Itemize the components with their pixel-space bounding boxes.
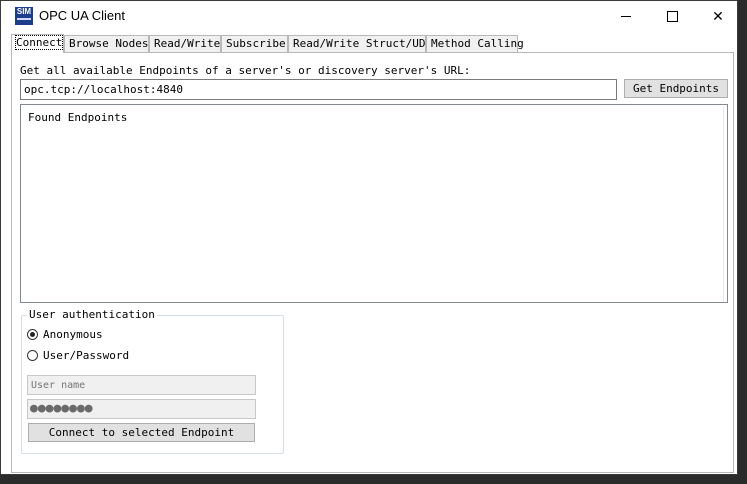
- minimize-button[interactable]: [603, 1, 649, 32]
- group-legend: User authentication: [27, 308, 157, 321]
- app-window: SIM OPC UA Client ✕ Connect Browse Nodes…: [0, 0, 738, 475]
- tab-read-write-struct-udt[interactable]: Read/Write Struct/UDT: [288, 35, 432, 52]
- close-button[interactable]: ✕: [695, 1, 741, 32]
- tab-label: Subscribe: [226, 37, 286, 50]
- username-input[interactable]: [27, 375, 256, 395]
- tab-label: Method Calling: [431, 37, 524, 50]
- maximize-button[interactable]: [649, 1, 695, 32]
- app-icon: SIM: [15, 7, 33, 25]
- anonymous-radio[interactable]: Anonymous: [27, 328, 103, 341]
- get-endpoints-button[interactable]: Get Endpoints: [624, 79, 728, 98]
- tab-method-calling[interactable]: Method Calling: [426, 35, 524, 52]
- title-bar[interactable]: SIM OPC UA Client ✕: [1, 1, 737, 32]
- anonymous-label: Anonymous: [43, 328, 103, 341]
- server-url-input[interactable]: [20, 79, 617, 100]
- list-scrollbar[interactable]: [723, 107, 724, 302]
- connect-tab-panel: Get all available Endpoints of a server'…: [11, 52, 734, 473]
- radio-selected-icon: [27, 329, 38, 340]
- tab-subscribe[interactable]: Subscribe: [221, 35, 288, 52]
- app-icon-text: SIM: [16, 7, 32, 16]
- tab-read-write[interactable]: Read/Write: [149, 35, 221, 52]
- minimize-icon: [621, 16, 631, 17]
- tab-connect[interactable]: Connect: [11, 34, 64, 53]
- endpoints-list[interactable]: Found Endpoints: [20, 104, 728, 303]
- endpoints-list-header: Found Endpoints: [28, 111, 128, 124]
- tab-label: Read/Write Struct/UDT: [293, 37, 433, 50]
- user-authentication-group: User authentication Anonymous User/Passw…: [21, 308, 284, 454]
- tab-label: Read/Write: [154, 37, 221, 50]
- user-password-label: User/Password: [43, 349, 130, 362]
- tab-browse-nodes[interactable]: Browse Nodes: [64, 35, 149, 52]
- close-icon: ✕: [712, 8, 724, 25]
- radio-unselected-icon: [27, 350, 38, 361]
- url-label: Get all available Endpoints of a server'…: [20, 64, 471, 77]
- tab-label: Connect: [14, 35, 64, 50]
- password-input[interactable]: ●●●●●●●●: [27, 399, 256, 419]
- tab-label: Browse Nodes: [69, 37, 149, 50]
- maximize-icon: [666, 11, 678, 22]
- window-title: OPC UA Client: [39, 8, 125, 23]
- connect-endpoint-button[interactable]: Connect to selected Endpoint: [28, 423, 255, 442]
- user-password-radio[interactable]: User/Password: [27, 349, 129, 362]
